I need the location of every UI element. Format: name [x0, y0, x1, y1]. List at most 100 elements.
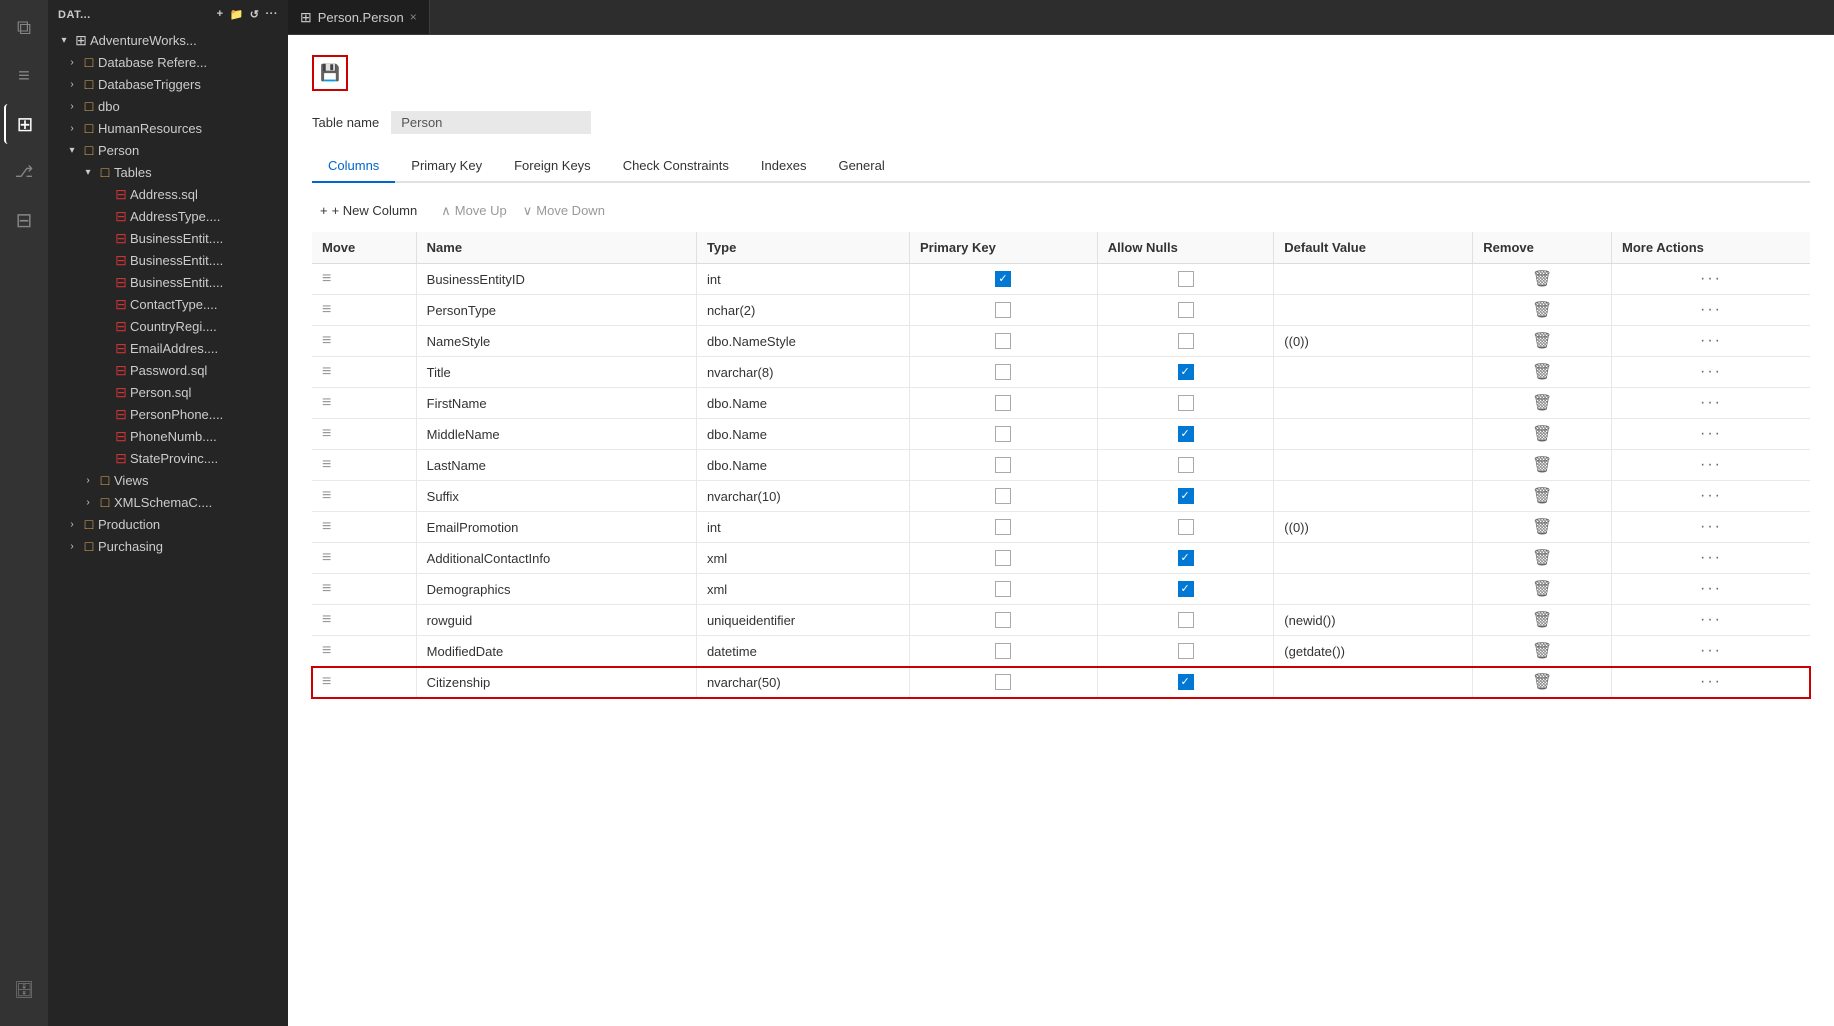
sidebar-item-address[interactable]: ⊟ Address.sql [48, 183, 288, 205]
delete-icon[interactable]: 🗑 [1526, 672, 1558, 693]
sidebar-item-businessentit3[interactable]: ⊟ BusinessEntit.... [48, 271, 288, 293]
sidebar-item-phonenumb[interactable]: ⊟ PhoneNumb.... [48, 425, 288, 447]
more-actions-button[interactable]: ··· [1612, 574, 1810, 605]
move-handle[interactable]: ≡ [312, 388, 416, 419]
primary-key-checkbox[interactable] [909, 264, 1097, 295]
column-name[interactable]: Citizenship [416, 667, 696, 698]
sidebar-item-businessentit1[interactable]: ⊟ BusinessEntit.... [48, 227, 288, 249]
more-actions-button[interactable]: ··· [1612, 295, 1810, 326]
column-name[interactable]: FirstName [416, 388, 696, 419]
column-type[interactable]: nchar(2) [696, 295, 909, 326]
column-name[interactable]: Suffix [416, 481, 696, 512]
move-handle[interactable]: ≡ [312, 636, 416, 667]
sidebar-item-xmlschemac[interactable]: › □ XMLSchemaC.... [48, 491, 288, 513]
default-value[interactable] [1274, 543, 1473, 574]
more-actions-button[interactable]: ··· [1612, 388, 1810, 419]
ellipsis-icon[interactable]: ··· [1700, 332, 1722, 349]
allow-nulls-checkbox[interactable] [1097, 357, 1274, 388]
column-type[interactable]: xml [696, 574, 909, 605]
primary-key-checkbox[interactable] [909, 295, 1097, 326]
extensions-icon[interactable]: ⊟ [4, 200, 44, 240]
column-name[interactable]: LastName [416, 450, 696, 481]
delete-icon[interactable]: 🗑 [1526, 641, 1558, 662]
person-person-tab[interactable]: ⊞ Person.Person × [288, 0, 430, 34]
database-icon[interactable]: ⊞ [4, 104, 44, 144]
sidebar-item-adventureworks[interactable]: ▾ ⊞ AdventureWorks... [48, 29, 288, 51]
column-type[interactable]: uniqueidentifier [696, 605, 909, 636]
default-value[interactable]: ((0)) [1274, 326, 1473, 357]
more-actions-button[interactable]: ··· [1612, 326, 1810, 357]
move-handle[interactable]: ≡ [312, 574, 416, 605]
sidebar-item-personphone[interactable]: ⊟ PersonPhone.... [48, 403, 288, 425]
ellipsis-icon[interactable]: ··· [1700, 456, 1722, 473]
tab-columns[interactable]: Columns [312, 150, 395, 183]
allow-nulls-checkbox[interactable] [1097, 481, 1274, 512]
sidebar-item-production[interactable]: › □ Production [48, 513, 288, 535]
remove-button[interactable]: 🗑 [1473, 326, 1612, 357]
delete-icon[interactable]: 🗑 [1526, 362, 1558, 383]
search-icon[interactable]: ≡ [4, 56, 44, 96]
delete-icon[interactable]: 🗑 [1526, 393, 1558, 414]
remove-button[interactable]: 🗑 [1473, 512, 1612, 543]
default-value[interactable] [1274, 388, 1473, 419]
ellipsis-icon[interactable]: ··· [1700, 301, 1722, 318]
sidebar-item-emailaddress[interactable]: ⊟ EmailAddres.... [48, 337, 288, 359]
delete-icon[interactable]: 🗑 [1526, 424, 1558, 445]
new-column-button[interactable]: + + New Column [312, 199, 425, 222]
move-handle[interactable]: ≡ [312, 264, 416, 295]
remove-button[interactable]: 🗑 [1473, 574, 1612, 605]
delete-icon[interactable]: 🗑 [1526, 548, 1558, 569]
sidebar-refresh-btn[interactable]: ↺ [250, 8, 260, 21]
move-handle[interactable]: ≡ [312, 450, 416, 481]
move-handle[interactable]: ≡ [312, 326, 416, 357]
move-up-button[interactable]: ∧ Move Up [441, 203, 507, 219]
default-value[interactable]: (newid()) [1274, 605, 1473, 636]
explorer-icon[interactable]: ⧉ [4, 8, 44, 48]
default-value[interactable] [1274, 295, 1473, 326]
primary-key-checkbox[interactable] [909, 543, 1097, 574]
default-value[interactable] [1274, 357, 1473, 388]
save-button[interactable]: 💾 [312, 55, 348, 91]
sidebar-item-humanresources[interactable]: › □ HumanResources [48, 117, 288, 139]
column-name[interactable]: PersonType [416, 295, 696, 326]
tab-foreign-keys[interactable]: Foreign Keys [498, 150, 607, 183]
remove-button[interactable]: 🗑 [1473, 388, 1612, 419]
sidebar-item-person-sql[interactable]: ⊟ Person.sql [48, 381, 288, 403]
sidebar-item-tables[interactable]: ▾ □ Tables [48, 161, 288, 183]
move-handle[interactable]: ≡ [312, 357, 416, 388]
sidebar-item-views[interactable]: › □ Views [48, 469, 288, 491]
delete-icon[interactable]: 🗑 [1526, 300, 1558, 321]
primary-key-checkbox[interactable] [909, 450, 1097, 481]
primary-key-checkbox[interactable] [909, 636, 1097, 667]
column-name[interactable]: ModifiedDate [416, 636, 696, 667]
sidebar-add-btn[interactable]: + [217, 8, 224, 21]
ellipsis-icon[interactable]: ··· [1700, 425, 1722, 442]
sidebar-more-btn[interactable]: ··· [266, 8, 279, 21]
more-actions-button[interactable]: ··· [1612, 512, 1810, 543]
default-value[interactable] [1274, 574, 1473, 605]
sidebar-item-password[interactable]: ⊟ Password.sql [48, 359, 288, 381]
sidebar-folder-btn[interactable]: 📁 [230, 8, 244, 21]
sidebar-item-stateprovinc[interactable]: ⊟ StateProvinc.... [48, 447, 288, 469]
remove-button[interactable]: 🗑 [1473, 543, 1612, 574]
more-actions-button[interactable]: ··· [1612, 667, 1810, 698]
sidebar-item-businessentit2[interactable]: ⊟ BusinessEntit.... [48, 249, 288, 271]
column-name[interactable]: NameStyle [416, 326, 696, 357]
default-value[interactable]: (getdate()) [1274, 636, 1473, 667]
sidebar-item-dbreferences[interactable]: › □ Database Refere... [48, 51, 288, 73]
column-name[interactable]: AdditionalContactInfo [416, 543, 696, 574]
delete-icon[interactable]: 🗑 [1526, 331, 1558, 352]
sidebar-item-countryregi[interactable]: ⊟ CountryRegi.... [48, 315, 288, 337]
allow-nulls-checkbox[interactable] [1097, 636, 1274, 667]
sidebar-item-addresstype[interactable]: ⊟ AddressType.... [48, 205, 288, 227]
move-handle[interactable]: ≡ [312, 481, 416, 512]
allow-nulls-checkbox[interactable] [1097, 264, 1274, 295]
ellipsis-icon[interactable]: ··· [1700, 270, 1722, 287]
remove-button[interactable]: 🗑 [1473, 481, 1612, 512]
primary-key-checkbox[interactable] [909, 357, 1097, 388]
ellipsis-icon[interactable]: ··· [1700, 518, 1722, 535]
column-name[interactable]: rowguid [416, 605, 696, 636]
allow-nulls-checkbox[interactable] [1097, 450, 1274, 481]
delete-icon[interactable]: 🗑 [1526, 455, 1558, 476]
default-value[interactable] [1274, 481, 1473, 512]
